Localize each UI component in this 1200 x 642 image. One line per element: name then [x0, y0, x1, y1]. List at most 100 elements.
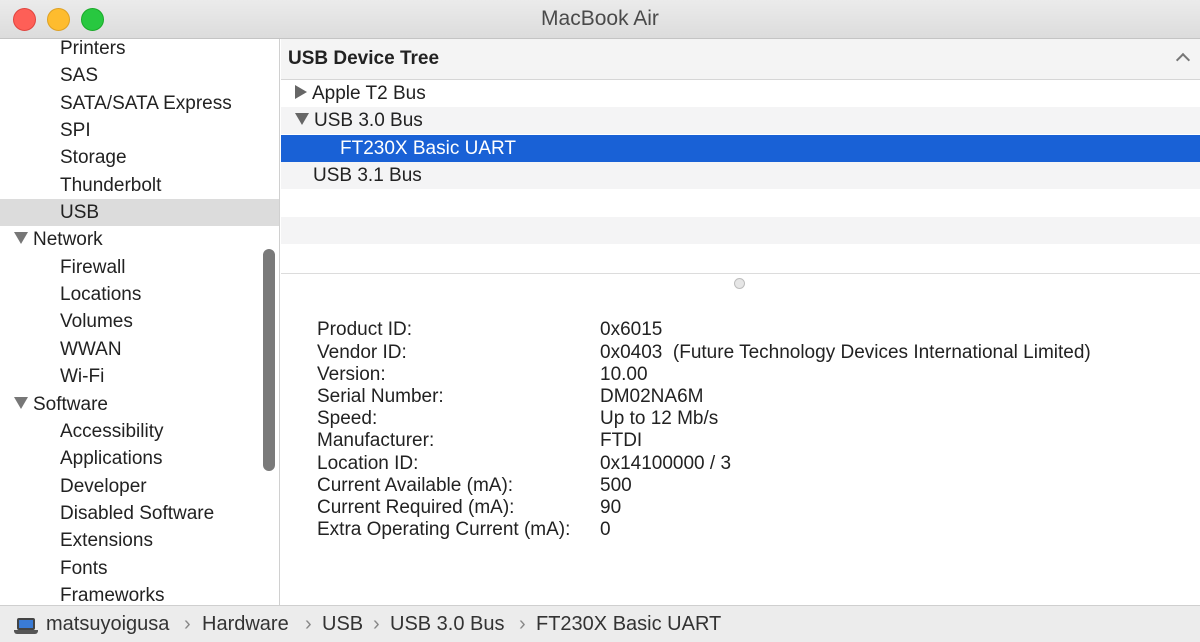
detail-key: Current Required (mA):: [317, 497, 515, 518]
detail-key: Serial Number:: [317, 386, 444, 407]
detail-value: FTDI: [600, 430, 643, 451]
tree-row-label: USB 3.0 Bus: [314, 110, 423, 131]
sidebar-group-software[interactable]: Software: [0, 391, 279, 418]
breadcrumb-usb[interactable]: USB: [322, 613, 363, 636]
tree-row-apple-t2-bus[interactable]: Apple T2 Bus: [281, 80, 1200, 107]
sidebar-item-locations[interactable]: Locations: [0, 281, 279, 308]
disclosure-down-icon[interactable]: [295, 113, 309, 125]
tree-row-empty: [281, 244, 1200, 271]
detail-key: Extra Operating Current (mA):: [317, 519, 571, 540]
detail-value: 10.00: [600, 364, 648, 385]
sidebar-item-label: Wi-Fi: [60, 366, 105, 387]
sidebar-item-printers[interactable]: Printers: [0, 39, 279, 62]
tree-row-empty: [281, 189, 1200, 216]
detail-key: Current Available (mA):: [317, 475, 514, 496]
divider-handle-icon[interactable]: [734, 278, 745, 289]
sidebar-item-label: Locations: [60, 284, 142, 305]
detail-row-serial-number: Serial Number: DM02NA6M: [317, 386, 1187, 408]
chevron-up-icon[interactable]: [1175, 52, 1191, 68]
tree-row-label: USB 3.1 Bus: [313, 165, 422, 186]
tree-header[interactable]: USB Device Tree: [281, 39, 1200, 80]
sidebar-item-label: Storage: [60, 147, 127, 168]
sidebar-item-sata[interactable]: SATA/SATA Express: [0, 90, 279, 117]
tree-row-label: Apple T2 Bus: [312, 83, 426, 104]
split-view-divider[interactable]: [281, 273, 1200, 291]
sidebar-item-frameworks[interactable]: Frameworks: [0, 582, 279, 605]
sidebar-item-label: Fonts: [60, 558, 108, 579]
tree-header-title: USB Device Tree: [288, 48, 440, 69]
detail-key: Version:: [317, 364, 386, 385]
sidebar-item-label: Frameworks: [60, 585, 165, 605]
detail-row-extra-operating-current: Extra Operating Current (mA): 0: [317, 519, 1187, 541]
breadcrumb-separator-icon: ›: [305, 613, 312, 635]
detail-key: Location ID:: [317, 453, 419, 474]
detail-row-current-available: Current Available (mA): 500: [317, 475, 1187, 497]
detail-value: 0x0403 (Future Technology Devices Intern…: [600, 342, 1091, 363]
sidebar-item-label: Extensions: [60, 530, 153, 551]
breadcrumb-computer[interactable]: matsuyoigusa: [46, 613, 169, 636]
sidebar-item-disabled-software[interactable]: Disabled Software: [0, 500, 279, 527]
disclosure-down-icon[interactable]: [14, 232, 28, 244]
detail-row-current-required: Current Required (mA): 90: [317, 497, 1187, 519]
sidebar-item-extensions[interactable]: Extensions: [0, 527, 279, 554]
sidebar-item-storage[interactable]: Storage: [0, 144, 279, 171]
sidebar-item-wifi[interactable]: Wi-Fi: [0, 363, 279, 390]
sidebar-item-applications[interactable]: Applications: [0, 445, 279, 472]
sidebar-item-volumes[interactable]: Volumes: [0, 308, 279, 335]
path-bar: matsuyoigusa › Hardware › USB › USB 3.0 …: [0, 605, 1200, 642]
sidebar-group-label: Network: [33, 229, 103, 250]
sidebar-item-label: Developer: [60, 476, 147, 497]
detail-key: Product ID:: [317, 319, 413, 340]
sidebar-item-usb[interactable]: USB: [0, 199, 279, 226]
tree-row-empty: [281, 217, 1200, 244]
detail-value: 0: [600, 519, 611, 540]
sidebar-item-label: SPI: [60, 120, 91, 141]
sidebar-scrollbar[interactable]: [263, 249, 275, 471]
sidebar-item-label: Printers: [60, 39, 126, 59]
sidebar-item-label: SATA/SATA Express: [60, 93, 232, 114]
tree-row-ft230x-basic-uart[interactable]: FT230X Basic UART: [281, 135, 1200, 162]
detail-row-location-id: Location ID: 0x14100000 / 3: [317, 453, 1187, 475]
detail-row-speed: Speed: Up to 12 Mb/s: [317, 408, 1187, 430]
detail-key: Vendor ID:: [317, 342, 407, 363]
detail-value: Up to 12 Mb/s: [600, 408, 719, 429]
sidebar-item-label: Volumes: [60, 311, 133, 332]
sidebar-item-wwan[interactable]: WWAN: [0, 336, 279, 363]
breadcrumb-ft230x-basic-uart[interactable]: FT230X Basic UART: [536, 613, 721, 636]
sidebar-item-firewall[interactable]: Firewall: [0, 254, 279, 281]
main-pane: USB Device Tree Apple T2 Bus USB 3.0 Bus…: [281, 39, 1200, 605]
sidebar-item-label: SAS: [60, 65, 99, 86]
sidebar-item-label: Accessibility: [60, 421, 164, 442]
sidebar-item-developer[interactable]: Developer: [0, 473, 279, 500]
title-bar: MacBook Air: [0, 0, 1200, 39]
tree-row-usb-3-1-bus[interactable]: USB 3.1 Bus: [281, 162, 1200, 189]
sidebar-item-accessibility[interactable]: Accessibility: [0, 418, 279, 445]
window-title: MacBook Air: [541, 7, 659, 30]
tree-row-label: FT230X Basic UART: [340, 138, 516, 159]
sidebar-item-label: WWAN: [60, 339, 122, 360]
detail-key: Manufacturer:: [317, 430, 435, 451]
sidebar-item-label: USB: [60, 202, 100, 223]
laptop-icon: [14, 618, 38, 634]
detail-key: Speed:: [317, 408, 378, 429]
breadcrumb-separator-icon: ›: [184, 613, 191, 635]
sidebar-group-label: Software: [33, 394, 108, 415]
detail-value: 90: [600, 497, 622, 518]
sidebar-item-label: Disabled Software: [60, 503, 215, 524]
sidebar-item-label: Applications: [60, 448, 163, 469]
sidebar-item-spi[interactable]: SPI: [0, 117, 279, 144]
detail-row-version: Version: 10.00: [317, 364, 1187, 386]
sidebar-item-thunderbolt[interactable]: Thunderbolt: [0, 172, 279, 199]
disclosure-down-icon[interactable]: [14, 397, 28, 409]
tree-row-usb-3-0-bus[interactable]: USB 3.0 Bus: [281, 107, 1200, 134]
sidebar-group-network[interactable]: Network: [0, 226, 279, 253]
sidebar-item-fonts[interactable]: Fonts: [0, 555, 279, 582]
sidebar-item-sas[interactable]: SAS: [0, 62, 279, 89]
sidebar-item-label: Thunderbolt: [60, 175, 162, 196]
detail-row-vendor-id: Vendor ID: 0x0403 (Future Technology Devi…: [317, 342, 1187, 364]
detail-row-product-id: Product ID: 0x6015: [317, 319, 1187, 341]
breadcrumb-hardware[interactable]: Hardware: [202, 613, 289, 636]
sidebar: Printers SAS SATA/SATA Express SPI Stora…: [0, 39, 280, 605]
breadcrumb-usb-3-0-bus[interactable]: USB 3.0 Bus: [390, 613, 505, 636]
disclosure-right-icon[interactable]: [295, 85, 307, 99]
